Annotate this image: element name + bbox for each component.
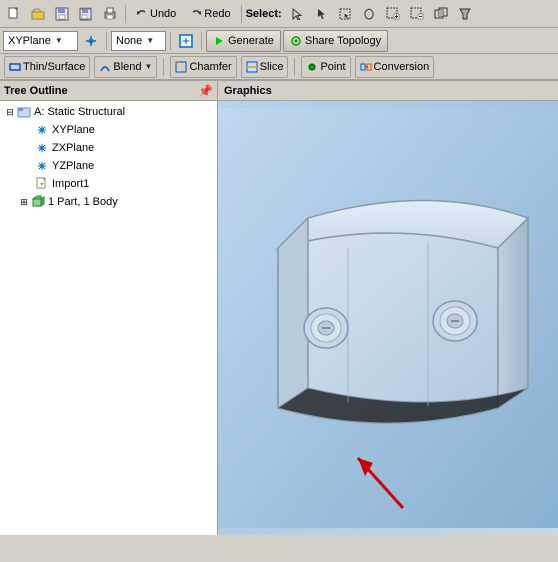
- select-arrow-button[interactable]: [286, 3, 308, 25]
- tree-item-yzplane[interactable]: ✳ YZPlane: [2, 157, 215, 175]
- generate-button[interactable]: Generate: [206, 30, 281, 52]
- tree-expand-zxplane: [26, 142, 34, 154]
- tree-expand-xyplane: [26, 124, 34, 136]
- tree-pin-icon[interactable]: 📌: [198, 84, 213, 98]
- plane-selector[interactable]: XYPlane ▼: [3, 31, 78, 51]
- thin-surface-label: Thin/Surface: [23, 61, 85, 73]
- print-button[interactable]: [99, 3, 121, 25]
- blend-button[interactable]: Blend ▼: [94, 56, 157, 78]
- chamfer-label: Chamfer: [189, 61, 231, 73]
- slice-label: Slice: [260, 61, 284, 73]
- undo-button[interactable]: Undo: [130, 3, 182, 25]
- graphics-pane: Graphics: [218, 81, 558, 535]
- graphics-svg: [218, 101, 558, 535]
- tree-content: ⊟ A: Static Structural ✳ XYPlane ✳: [0, 101, 217, 535]
- toolbar-row3: Thin/Surface Blend ▼ Chamfer Slice Point…: [0, 54, 558, 80]
- conversion-label: Conversion: [374, 61, 430, 73]
- tree-expand-part1[interactable]: ⊞: [18, 196, 30, 208]
- tree-label-import1: Import1: [52, 178, 89, 190]
- toolbar-row1: Undo Redo Select:: [0, 0, 558, 28]
- graphics-title: Graphics: [224, 85, 272, 97]
- tree-expand-root[interactable]: ⊟: [4, 106, 16, 118]
- tree-item-xyplane[interactable]: ✳ XYPlane: [2, 121, 215, 139]
- tree-label-root: A: Static Structural: [34, 106, 125, 118]
- plane-value: XYPlane: [8, 35, 51, 47]
- separator3: [106, 32, 107, 50]
- separator1: [125, 5, 126, 23]
- tree-item-zxplane[interactable]: ✳ ZXPlane: [2, 139, 215, 157]
- blend-label: Blend: [113, 61, 141, 73]
- separator6: [163, 58, 164, 76]
- share-topology-label: Share Topology: [305, 35, 381, 47]
- plane-dropdown-arrow: ▼: [55, 36, 63, 45]
- tree-label-xyplane: XYPlane: [52, 124, 95, 136]
- select-label: Select:: [246, 8, 282, 20]
- separator4: [170, 32, 171, 50]
- select-add-button[interactable]: [382, 3, 404, 25]
- tree-icon-xyplane: ✳: [34, 122, 50, 138]
- separator5: [201, 32, 202, 50]
- tree-title: Tree Outline: [4, 85, 68, 97]
- blend-dropdown-arrow: ▼: [145, 62, 153, 71]
- select-lasso-button[interactable]: [358, 3, 380, 25]
- tree-label-part1: 1 Part, 1 Body: [48, 196, 118, 208]
- select-intersect-button[interactable]: [430, 3, 452, 25]
- separator2: [241, 5, 242, 23]
- tree-label-zxplane: ZXPlane: [52, 142, 94, 154]
- thin-surface-button[interactable]: Thin/Surface: [4, 56, 90, 78]
- select-box-button[interactable]: [334, 3, 356, 25]
- toolbar-row2: XYPlane ▼ None ▼ Generate Share Topology: [0, 28, 558, 54]
- select-subtract-button[interactable]: [406, 3, 428, 25]
- select-pointer-button[interactable]: [310, 3, 332, 25]
- tree-expand-yzplane: [26, 160, 34, 172]
- tree-icon-part1: [30, 194, 46, 210]
- tree-icon-yzplane: ✳: [34, 158, 50, 174]
- point-label: Point: [320, 61, 345, 73]
- none-selector[interactable]: None ▼: [111, 31, 166, 51]
- slice-button[interactable]: Slice: [241, 56, 289, 78]
- none-dropdown-arrow: ▼: [146, 36, 154, 45]
- tree-pane: Tree Outline 📌 ⊟ A: Static Structural ✳: [0, 81, 218, 535]
- tree-icon-zxplane: ✳: [34, 140, 50, 156]
- tree-expand-import1: [26, 178, 34, 190]
- tree-item-root[interactable]: ⊟ A: Static Structural: [2, 103, 215, 121]
- separator7: [294, 58, 295, 76]
- tree-label-yzplane: YZPlane: [52, 160, 94, 172]
- share-topology-button[interactable]: Share Topology: [283, 30, 388, 52]
- tree-item-part1[interactable]: ⊞ 1 Part, 1 Body: [2, 193, 215, 211]
- tree-item-import1[interactable]: Import1: [2, 175, 215, 193]
- graphics-header: Graphics: [218, 81, 558, 101]
- generate-label: Generate: [228, 35, 274, 47]
- graphics-area[interactable]: [218, 101, 558, 535]
- point-button[interactable]: Point: [301, 56, 350, 78]
- conversion-button[interactable]: Conversion: [355, 56, 435, 78]
- tree-header: Tree Outline 📌: [0, 81, 217, 101]
- none-value: None: [116, 35, 142, 47]
- open-button[interactable]: [27, 3, 49, 25]
- chamfer-button[interactable]: Chamfer: [170, 56, 236, 78]
- sketch-mode-button[interactable]: [175, 30, 197, 52]
- main-content: Tree Outline 📌 ⊟ A: Static Structural ✳: [0, 81, 558, 535]
- redo-button[interactable]: Redo: [184, 3, 236, 25]
- plane-orient-button[interactable]: [80, 30, 102, 52]
- select-filter-button[interactable]: [454, 3, 476, 25]
- save-all-button[interactable]: [75, 3, 97, 25]
- new-button[interactable]: [3, 3, 25, 25]
- tree-icon-root: [16, 104, 32, 120]
- save-button[interactable]: [51, 3, 73, 25]
- tree-icon-import1: [34, 176, 50, 192]
